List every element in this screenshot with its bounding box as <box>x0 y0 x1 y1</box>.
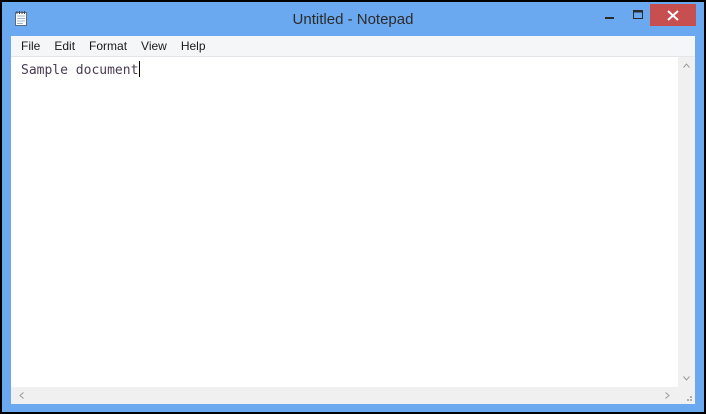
scroll-down-button[interactable] <box>678 370 695 387</box>
menu-file[interactable]: File <box>11 36 47 56</box>
resize-grip-icon <box>687 396 692 401</box>
close-button[interactable] <box>650 4 696 26</box>
text-area[interactable]: Sample document <box>11 57 678 387</box>
chevron-down-icon <box>683 376 690 381</box>
maximize-button[interactable] <box>626 4 650 26</box>
chevron-right-icon <box>665 392 670 399</box>
maximize-icon <box>632 10 643 19</box>
minimize-icon <box>605 17 614 19</box>
editor: Sample document <box>11 57 695 404</box>
notepad-window: Untitled - Notepad File Edit Format View… <box>0 0 706 414</box>
title-bar[interactable]: Untitled - Notepad <box>3 3 703 36</box>
menu-format[interactable]: Format <box>82 36 134 56</box>
window-frame: Untitled - Notepad File Edit Format View… <box>3 3 703 411</box>
menu-view[interactable]: View <box>134 36 174 56</box>
text-caret <box>139 61 141 77</box>
vertical-scrollbar[interactable] <box>678 57 695 387</box>
chevron-left-icon <box>19 392 24 399</box>
menu-edit[interactable]: Edit <box>47 36 82 56</box>
scroll-up-button[interactable] <box>678 57 695 74</box>
resize-grip[interactable] <box>678 387 695 404</box>
close-icon <box>667 9 679 21</box>
menu-bar: File Edit Format View Help <box>11 36 695 57</box>
chevron-up-icon <box>683 63 690 68</box>
minimize-button[interactable] <box>594 4 626 26</box>
scroll-left-button[interactable] <box>13 387 30 404</box>
document-text: Sample document <box>21 63 139 78</box>
horizontal-scrollbar[interactable] <box>11 387 678 404</box>
scroll-right-button[interactable] <box>659 387 676 404</box>
menu-help[interactable]: Help <box>174 36 213 56</box>
